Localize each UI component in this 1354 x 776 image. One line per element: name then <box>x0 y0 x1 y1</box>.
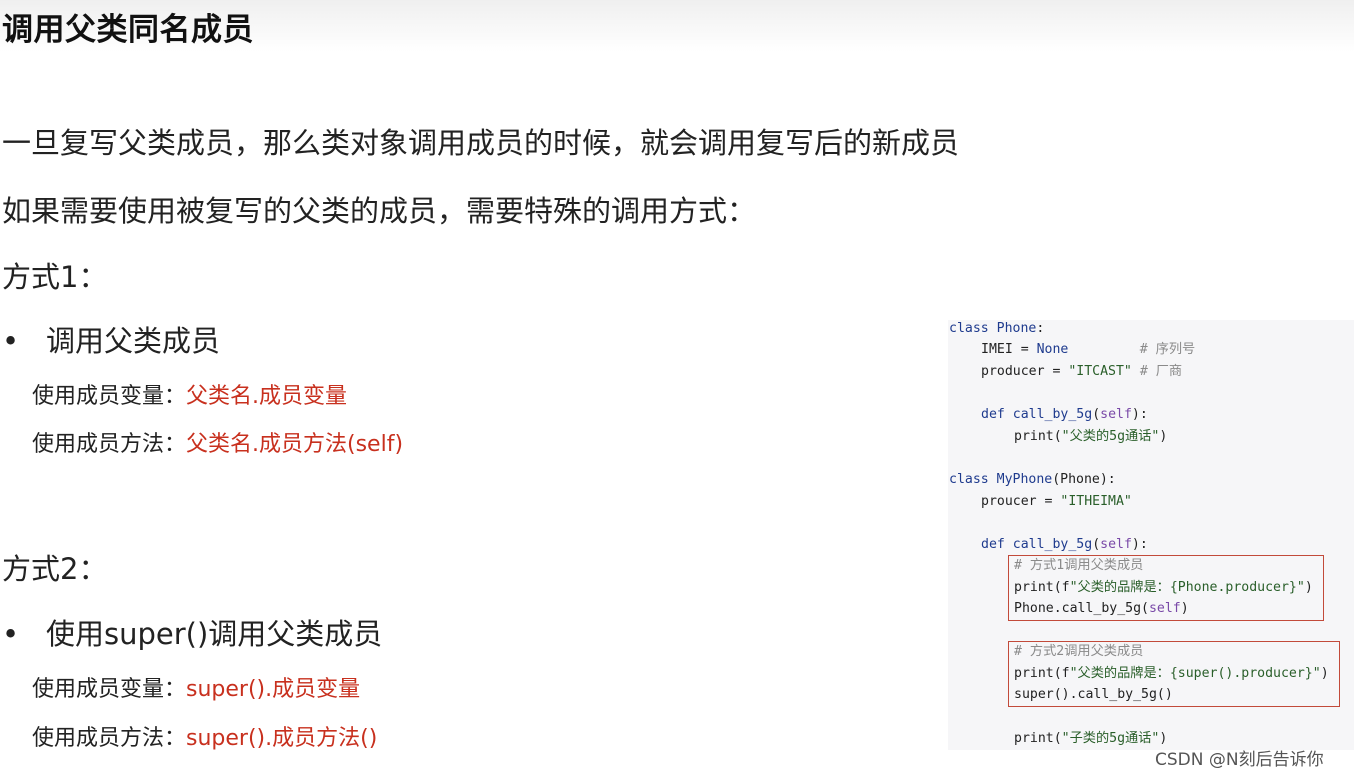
code-function-name: call_by_5g <box>1012 537 1093 552</box>
method2-heading: 方式2： <box>2 552 108 586</box>
code-line: print(f"父类的品牌是：{Phone.producer}") <box>1014 580 1313 596</box>
code-text: (Phone): <box>1052 472 1116 487</box>
paragraph-override: 一旦复写父类成员，那么类对象调用成员的时候，就会调用复写后的新成员 <box>2 126 960 160</box>
code-text: ): <box>1131 407 1148 422</box>
code-line: Phone.call_by_5g(self) <box>1014 601 1189 617</box>
code-text: ) <box>1320 666 1329 681</box>
code-text: ( <box>1092 407 1101 422</box>
code-text: print( <box>1014 429 1062 444</box>
method1-heading: 方式1： <box>2 260 108 294</box>
paragraph-special-call: 如果需要使用被复写的父类的成员，需要特殊的调用方式： <box>2 194 757 228</box>
method2-bullet: • 使用super()调用父类成员 <box>2 611 382 653</box>
code-text: ) <box>1304 580 1313 595</box>
code-string: "父类的品牌是：{super().producer}" <box>1069 666 1321 681</box>
code-line: def call_by_5g(self): <box>981 407 1148 423</box>
code-line: def call_by_5g(self): <box>981 537 1148 553</box>
code-self: self <box>1148 601 1181 616</box>
code-self: self <box>1100 537 1132 552</box>
code-block: class Phone: IMEI = None # 序列号 producer … <box>948 320 1354 750</box>
code-class-name: MyPhone <box>996 472 1053 487</box>
code-line: proucer = "ITHEIMA" <box>981 494 1132 510</box>
method2-bullet-text: 使用super()调用父类成员 <box>46 617 383 651</box>
code-string: "父类的品牌是：{Phone.producer}" <box>1069 580 1305 595</box>
code-comment: # 方式2调用父类成员 <box>1014 644 1144 659</box>
code-text: IMEI = <box>981 342 1037 357</box>
method1-func-label: 使用成员方法： <box>32 432 187 457</box>
code-keyword: def <box>981 407 1005 422</box>
code-text: print(f <box>1014 666 1070 681</box>
code-text: Phone.call_by_5g( <box>1014 601 1149 616</box>
code-keyword: def <box>981 537 1005 552</box>
code-text: proucer = <box>981 494 1061 509</box>
code-string: "ITHEIMA" <box>1060 494 1132 509</box>
code-string: "父类的5g通话" <box>1061 429 1160 444</box>
method1-func-value: 父类名.成员方法(self) <box>186 432 404 457</box>
code-keyword: class <box>949 321 989 336</box>
code-self: self <box>1100 407 1132 422</box>
code-line: super().call_by_5g() <box>1014 687 1173 702</box>
code-line: class Phone: <box>949 321 1044 337</box>
code-line: print("父类的5g通话") <box>1014 429 1167 445</box>
code-function-name: call_by_5g <box>1012 407 1093 422</box>
method1-func-line: 使用成员方法：父类名.成员方法(self) <box>32 426 403 458</box>
code-text: print( <box>1014 731 1062 746</box>
method1-bullet-text: 调用父类成员 <box>46 324 221 358</box>
method2-var-value: super().成员变量 <box>186 677 361 702</box>
method2-func-value: super().成员方法() <box>186 726 378 751</box>
code-line: print("子类的5g通话") <box>1014 731 1167 747</box>
method2-var-label: 使用成员变量： <box>32 677 187 702</box>
method1-bullet: • 调用父类成员 <box>2 318 220 360</box>
page-title: 调用父类同名成员 <box>2 12 254 48</box>
bullet-dot: • <box>2 617 20 651</box>
method2-func-line: 使用成员方法：super().成员方法() <box>32 720 377 752</box>
code-keyword: class <box>949 472 989 487</box>
watermark: CSDN @N刻后告诉你 <box>1155 750 1324 770</box>
code-string: "子类的5g通话" <box>1061 731 1160 746</box>
method2-func-label: 使用成员方法： <box>32 726 187 751</box>
code-line: print(f"父类的品牌是：{super().producer}") <box>1014 666 1329 682</box>
code-text: : <box>1036 321 1045 336</box>
method1-var-value: 父类名.成员变量 <box>186 384 348 409</box>
code-line: IMEI = None # 序列号 <box>981 342 1195 358</box>
code-text: print(f <box>1014 580 1070 595</box>
method1-var-line: 使用成员变量：父类名.成员变量 <box>32 378 347 410</box>
code-text: ): <box>1131 537 1148 552</box>
code-text: ) <box>1159 731 1168 746</box>
code-text: ) <box>1159 429 1168 444</box>
bullet-dot: • <box>2 324 20 358</box>
code-comment: # 序列号 <box>1068 342 1196 357</box>
code-text: ( <box>1092 537 1101 552</box>
method2-var-line: 使用成员变量：super().成员变量 <box>32 671 360 703</box>
code-line: class MyPhone(Phone): <box>949 472 1116 488</box>
code-class-name: Phone <box>996 321 1037 336</box>
code-keyword: None <box>1036 342 1069 357</box>
code-string: "ITCAST" <box>1068 364 1132 379</box>
code-line: producer = "ITCAST" # 厂商 <box>981 364 1182 380</box>
code-comment: # 厂商 <box>1131 364 1183 379</box>
code-text: ) <box>1180 601 1189 616</box>
method1-var-label: 使用成员变量： <box>32 384 187 409</box>
code-text: producer = <box>981 364 1069 379</box>
code-comment: # 方式1调用父类成员 <box>1014 558 1144 573</box>
